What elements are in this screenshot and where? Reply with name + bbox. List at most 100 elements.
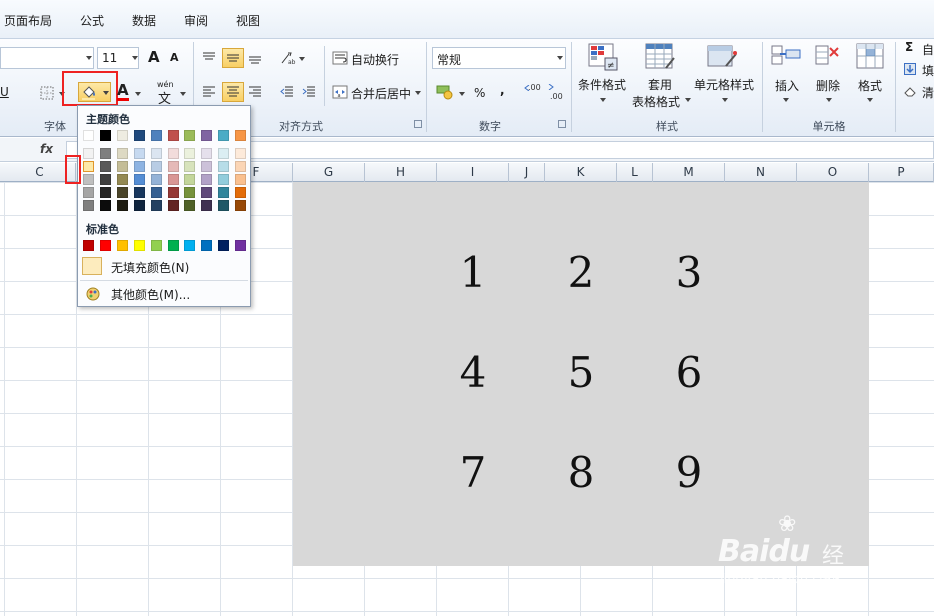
column-header[interactable]: I [437, 163, 509, 182]
theme-color-swatch[interactable] [83, 200, 94, 211]
border-icon[interactable] [38, 84, 56, 102]
theme-color-swatch[interactable] [117, 187, 128, 198]
column-header[interactable]: P [869, 163, 934, 182]
theme-color-swatch[interactable] [117, 130, 128, 141]
column-header[interactable]: M [653, 163, 725, 182]
tab-view[interactable]: 视图 [236, 12, 260, 29]
delete-button[interactable]: 删除 [816, 77, 840, 94]
font-color-button[interactable]: A [117, 83, 129, 101]
increase-decimal-button[interactable]: .00 [524, 83, 544, 103]
table-format-button[interactable]: 表格格式 [632, 93, 680, 110]
theme-color-swatch[interactable] [134, 148, 145, 159]
standard-color-swatch[interactable] [83, 240, 94, 251]
no-fill-item[interactable]: 无填充颜色(N) [78, 254, 250, 280]
standard-color-swatch[interactable] [184, 240, 195, 251]
align-top-icon[interactable] [200, 49, 218, 67]
standard-color-swatch[interactable] [117, 240, 128, 251]
theme-color-swatch[interactable] [184, 161, 195, 172]
theme-color-swatch[interactable] [184, 200, 195, 211]
theme-color-swatch[interactable] [100, 200, 111, 211]
wrap-text-button[interactable]: 自动换行 [351, 51, 399, 68]
tab-review[interactable]: 审阅 [184, 12, 208, 29]
theme-color-swatch[interactable] [83, 148, 94, 159]
theme-color-swatch[interactable] [201, 174, 212, 185]
standard-color-swatch[interactable] [218, 240, 229, 251]
theme-color-swatch[interactable] [218, 130, 229, 141]
theme-color-swatch[interactable] [100, 161, 111, 172]
decrease-decimal-button[interactable]: .00 [548, 83, 568, 103]
standard-color-swatch[interactable] [235, 240, 246, 251]
phonetic-button[interactable]: wén 文 [155, 80, 177, 107]
theme-color-swatch[interactable] [117, 174, 128, 185]
increase-indent-icon[interactable] [300, 83, 318, 101]
autosum-button[interactable]: 自 [922, 41, 934, 58]
conditional-format-button[interactable]: 条件格式 [578, 76, 626, 93]
align-bottom-icon[interactable] [246, 49, 264, 67]
theme-color-swatch[interactable] [235, 130, 246, 141]
theme-color-swatch[interactable] [235, 148, 246, 159]
cell-styles-button[interactable]: 单元格样式 [694, 76, 754, 93]
orientation-icon[interactable]: ab [279, 49, 297, 67]
theme-color-swatch[interactable] [100, 174, 111, 185]
theme-color-swatch[interactable] [151, 174, 162, 185]
number-dialog-launcher-icon[interactable] [558, 120, 566, 128]
theme-color-swatch[interactable] [168, 161, 179, 172]
comma-button[interactable]: , [500, 83, 505, 97]
theme-color-swatch[interactable] [83, 161, 94, 172]
column-header[interactable]: G [293, 163, 365, 182]
standard-color-swatch[interactable] [168, 240, 179, 251]
tab-page-layout[interactable]: 页面布局 [4, 12, 52, 29]
theme-color-swatch[interactable] [100, 148, 111, 159]
theme-color-swatch[interactable] [218, 174, 229, 185]
theme-color-swatch[interactable] [168, 200, 179, 211]
theme-color-swatch[interactable] [134, 161, 145, 172]
theme-color-swatch[interactable] [235, 200, 246, 211]
theme-color-swatch[interactable] [184, 148, 195, 159]
theme-color-swatch[interactable] [201, 148, 212, 159]
tab-data[interactable]: 数据 [132, 12, 156, 29]
shrink-font-button[interactable]: A [170, 51, 179, 64]
theme-color-swatch[interactable] [117, 148, 128, 159]
theme-color-swatch[interactable] [218, 161, 229, 172]
grow-font-button[interactable]: A [148, 48, 160, 66]
font-name-select[interactable] [0, 47, 94, 69]
theme-color-swatch[interactable] [83, 187, 94, 198]
align-middle-icon[interactable] [222, 48, 244, 68]
standard-color-swatch[interactable] [134, 240, 145, 251]
column-header[interactable]: H [365, 163, 437, 182]
theme-color-swatch[interactable] [100, 187, 111, 198]
standard-color-swatch[interactable] [100, 240, 111, 251]
format-button[interactable]: 格式 [858, 77, 882, 94]
column-header[interactable]: O [797, 163, 869, 182]
merge-center-button[interactable]: 合并后居中 [351, 85, 411, 102]
currency-icon[interactable] [436, 83, 454, 101]
underline-button[interactable]: U [0, 85, 9, 99]
column-header[interactable]: N [725, 163, 797, 182]
theme-color-swatch[interactable] [235, 161, 246, 172]
tab-formulas[interactable]: 公式 [80, 12, 104, 29]
theme-color-swatch[interactable] [151, 130, 162, 141]
decrease-indent-icon[interactable] [278, 83, 296, 101]
theme-color-swatch[interactable] [235, 187, 246, 198]
theme-color-swatch[interactable] [184, 130, 195, 141]
alignment-dialog-launcher-icon[interactable] [414, 120, 422, 128]
theme-color-swatch[interactable] [117, 200, 128, 211]
theme-color-swatch[interactable] [117, 161, 128, 172]
theme-color-swatch[interactable] [201, 130, 212, 141]
theme-color-swatch[interactable] [151, 161, 162, 172]
fx-icon[interactable]: fx [40, 142, 53, 156]
theme-color-swatch[interactable] [201, 200, 212, 211]
theme-color-swatch[interactable] [151, 200, 162, 211]
theme-color-swatch[interactable] [134, 174, 145, 185]
column-header[interactable]: J [509, 163, 545, 182]
theme-color-swatch[interactable] [235, 174, 246, 185]
more-colors-item[interactable]: 其他颜色(M)... [78, 282, 250, 306]
theme-color-swatch[interactable] [134, 200, 145, 211]
clear-button[interactable]: 清 [922, 84, 934, 101]
theme-color-swatch[interactable] [83, 174, 94, 185]
insert-button[interactable]: 插入 [775, 77, 799, 94]
table-format-label-1[interactable]: 套用 [648, 76, 672, 93]
align-center-icon[interactable] [222, 82, 244, 102]
theme-color-swatch[interactable] [184, 187, 195, 198]
theme-color-swatch[interactable] [134, 130, 145, 141]
